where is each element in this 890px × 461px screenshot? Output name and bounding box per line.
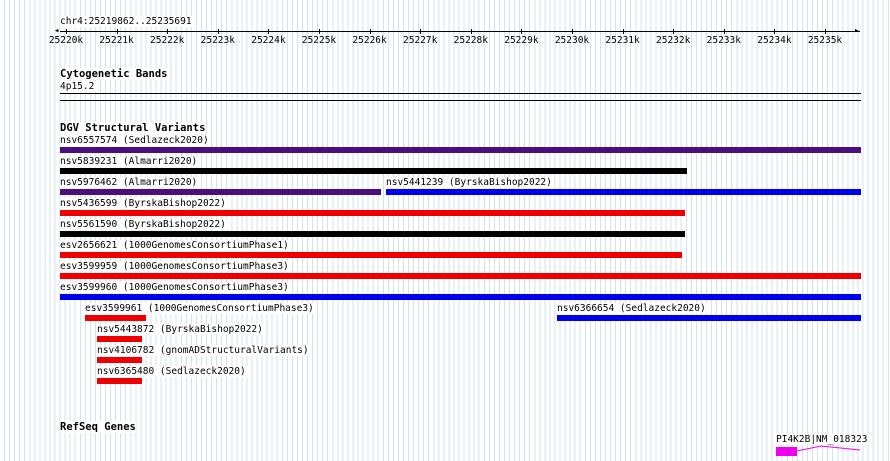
ruler-tick-label: 25232k [656, 35, 691, 46]
ruler-tick-label: 25227k [403, 35, 438, 46]
feature-label[interactable]: nsv5839231 (Almarri2020) [60, 156, 200, 167]
feature-label[interactable]: esv3599959 (1000GenomesConsortiumPhase3) [60, 261, 291, 272]
feature-label[interactable]: nsv5436599 (ByrskaBishop2022) [60, 198, 228, 209]
gene-exon-pi4k2b[interactable] [776, 447, 797, 456]
ruler-tick [167, 29, 169, 34]
feature-bar-nsv5839231[interactable] [60, 168, 687, 174]
feature-bar-esv3599961[interactable] [85, 315, 146, 321]
feature-bar-esv2656621[interactable] [60, 252, 682, 258]
feature-label[interactable]: esv2656621 (1000GenomesConsortiumPhase1) [60, 240, 291, 251]
feature-label[interactable]: esv3599961 (1000GenomesConsortiumPhase3) [85, 303, 316, 314]
ruler-tick-label: 25220k [48, 35, 84, 46]
ruler-tick-label: 25235k [807, 35, 843, 46]
feature-bar-nsv5443872[interactable] [97, 336, 142, 342]
feature-label[interactable]: nsv5561590 (ByrskaBishop2022) [60, 219, 228, 230]
ruler-tick-label: 25233k [706, 35, 741, 46]
ruler-tick [723, 29, 725, 34]
ruler-tick [116, 29, 118, 34]
ruler-tick-label: 25231k [605, 35, 640, 46]
feature-bar-nsv5436599[interactable] [60, 210, 685, 216]
feature-bar-esv3599960[interactable] [60, 294, 861, 300]
feature-bar-nsv4106782[interactable] [97, 357, 142, 363]
ruler-tick [572, 29, 573, 34]
ruler-tick [420, 29, 422, 34]
ruler-tick-label: 25230k [554, 35, 590, 46]
feature-bar-nsv6557574[interactable] [60, 147, 861, 153]
ruler-tick [66, 29, 67, 34]
ruler-tick [622, 29, 624, 34]
ruler-tick-label: 25221k [99, 35, 134, 46]
ruler-tick [217, 29, 219, 34]
ruler-tick-label: 25224k [251, 35, 286, 46]
feature-bar-nsv6366654[interactable] [557, 315, 861, 321]
position-label: chr4:25219862..25235691 [60, 16, 194, 27]
feature-bar-nsv6365480[interactable] [97, 378, 142, 384]
ruler-tick-label: 25225k [301, 35, 337, 46]
feature-label[interactable]: nsv6366654 (Sedlazeck2020) [557, 303, 708, 314]
cytoband-bar-top [60, 93, 861, 94]
ruler-tick [774, 29, 776, 34]
dgv-track-title[interactable]: DGV Structural Variants [60, 122, 206, 134]
feature-label[interactable]: nsv5443872 (ByrskaBishop2022) [97, 324, 265, 335]
feature-bar-esv3599959[interactable] [60, 273, 861, 279]
feature-label[interactable]: nsv6557574 (Sedlazeck2020) [60, 135, 211, 146]
ruler-tick [319, 29, 320, 34]
feature-bar-nsv5561590[interactable] [60, 231, 685, 237]
ruler-tick-label: 25223k [200, 35, 235, 46]
ruler-axis [60, 31, 860, 32]
ruler-tick [673, 29, 675, 34]
ruler-tick-label: 25226k [352, 35, 387, 46]
genome-browser: chr4:25219862..25235691 ◂ ▸ 25220k 25221k… [0, 0, 890, 461]
cytobands-track-title[interactable]: Cytogenetic Bands [60, 68, 168, 80]
feature-label[interactable]: nsv5976462 (Almarri2020) [60, 177, 200, 188]
ruler-tick-label: 25229k [504, 35, 539, 46]
ruler-tick-label: 25228k [453, 35, 488, 46]
cytoband-bar-bottom [60, 100, 861, 101]
feature-label[interactable]: nsv4106782 (gnomADStructuralVariants) [97, 345, 311, 356]
ruler-tick-label: 25234k [757, 35, 792, 46]
feature-label[interactable]: nsv6365480 (Sedlazeck2020) [97, 366, 248, 377]
ruler-tick [369, 29, 371, 34]
feature-bar-nsv5441239[interactable] [386, 189, 861, 195]
ruler-tick [470, 29, 472, 34]
refseq-track-title[interactable]: RefSeq Genes [60, 421, 136, 433]
arrow-right-icon: ▸ [854, 26, 860, 36]
feature-label[interactable]: nsv5441239 (ByrskaBishop2022) [386, 177, 554, 188]
ruler-tick [268, 29, 270, 34]
cytoband-label: 4p15.2 [60, 81, 97, 92]
feature-label[interactable]: esv3599960 (1000GenomesConsortiumPhase3) [60, 282, 291, 293]
gene-intron-pi4k2b[interactable] [797, 444, 861, 454]
feature-bar-nsv5976462[interactable] [60, 189, 381, 195]
ruler-tick [521, 29, 523, 34]
ruler-tick-label: 25222k [150, 35, 185, 46]
ruler-tick [825, 29, 826, 34]
